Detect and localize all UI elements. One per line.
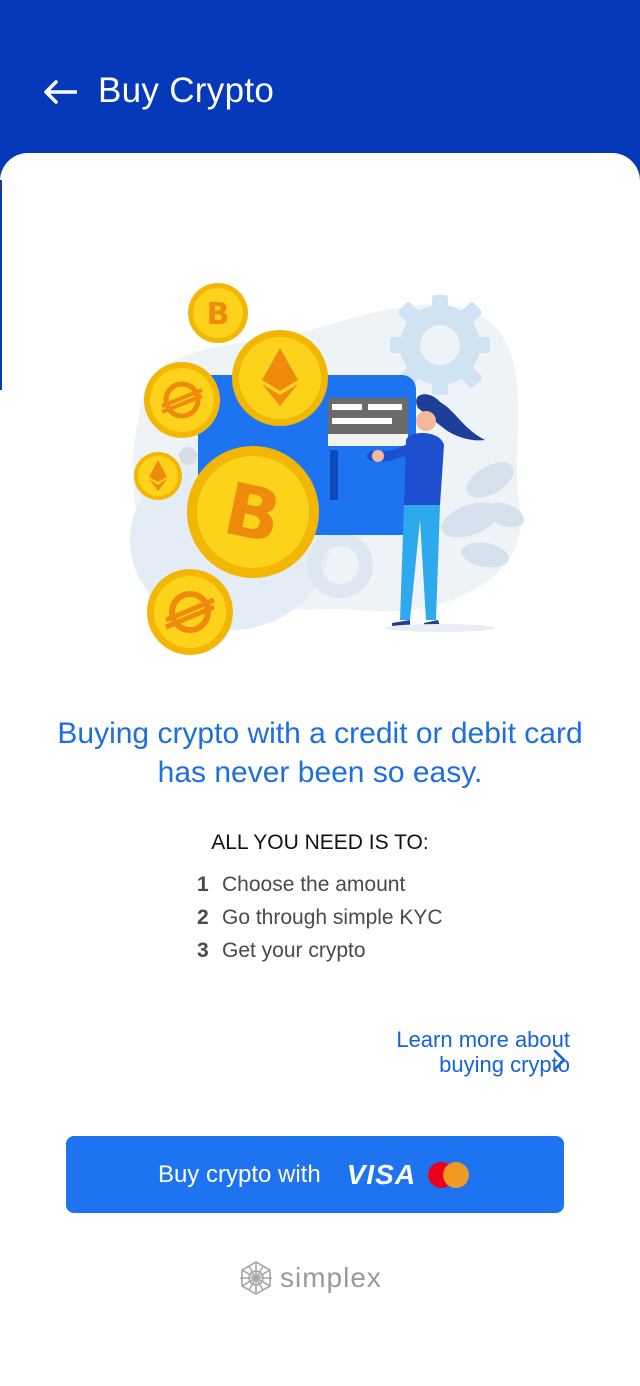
list-item: 3 Get your crypto [197,937,443,970]
buy-button-label: Buy crypto with [157,1160,321,1188]
learn-more-link[interactable]: Learn more about buying crypto [396,1027,570,1077]
simplex-logo-icon [240,1261,272,1295]
step-number: 2 [197,906,209,929]
step-text: Go through simple KYC [222,906,443,929]
arrow-left-icon [44,80,77,104]
buy-crypto-button[interactable]: Buy crypto with VISA [66,1136,564,1213]
steps-list: 1 Choose the amount 2 Go through simple … [197,871,443,970]
learn-more-line2: buying crypto [439,1052,570,1077]
edge-divider [0,180,2,390]
learn-more-line1: Learn more about [396,1027,570,1052]
mastercard-icon [428,1161,472,1189]
step-number: 1 [197,873,209,896]
buy-crypto-illustration: B B [130,283,525,655]
page-title: Buy Crypto [98,71,275,110]
simplex-brand: simplex [238,1258,382,1298]
headline: Buying crypto with a credit or debit car… [57,717,583,789]
back-button[interactable] [38,70,82,114]
simplex-wordmark: simplex [280,1262,382,1293]
list-item: 1 Choose the amount [197,871,443,904]
requirements-title: ALL YOU NEED IS TO: [211,831,429,854]
svg-text:B: B [207,297,230,332]
app-header: Buy Crypto [0,0,640,175]
chevron-right-icon[interactable] [548,1047,570,1073]
hero-illustration: B B [110,280,540,660]
step-text: Choose the amount [222,873,406,896]
step-number: 3 [197,939,209,962]
list-item: 2 Go through simple KYC [197,904,443,937]
visa-logo: VISA [346,1158,417,1190]
step-text: Get your crypto [222,939,366,962]
